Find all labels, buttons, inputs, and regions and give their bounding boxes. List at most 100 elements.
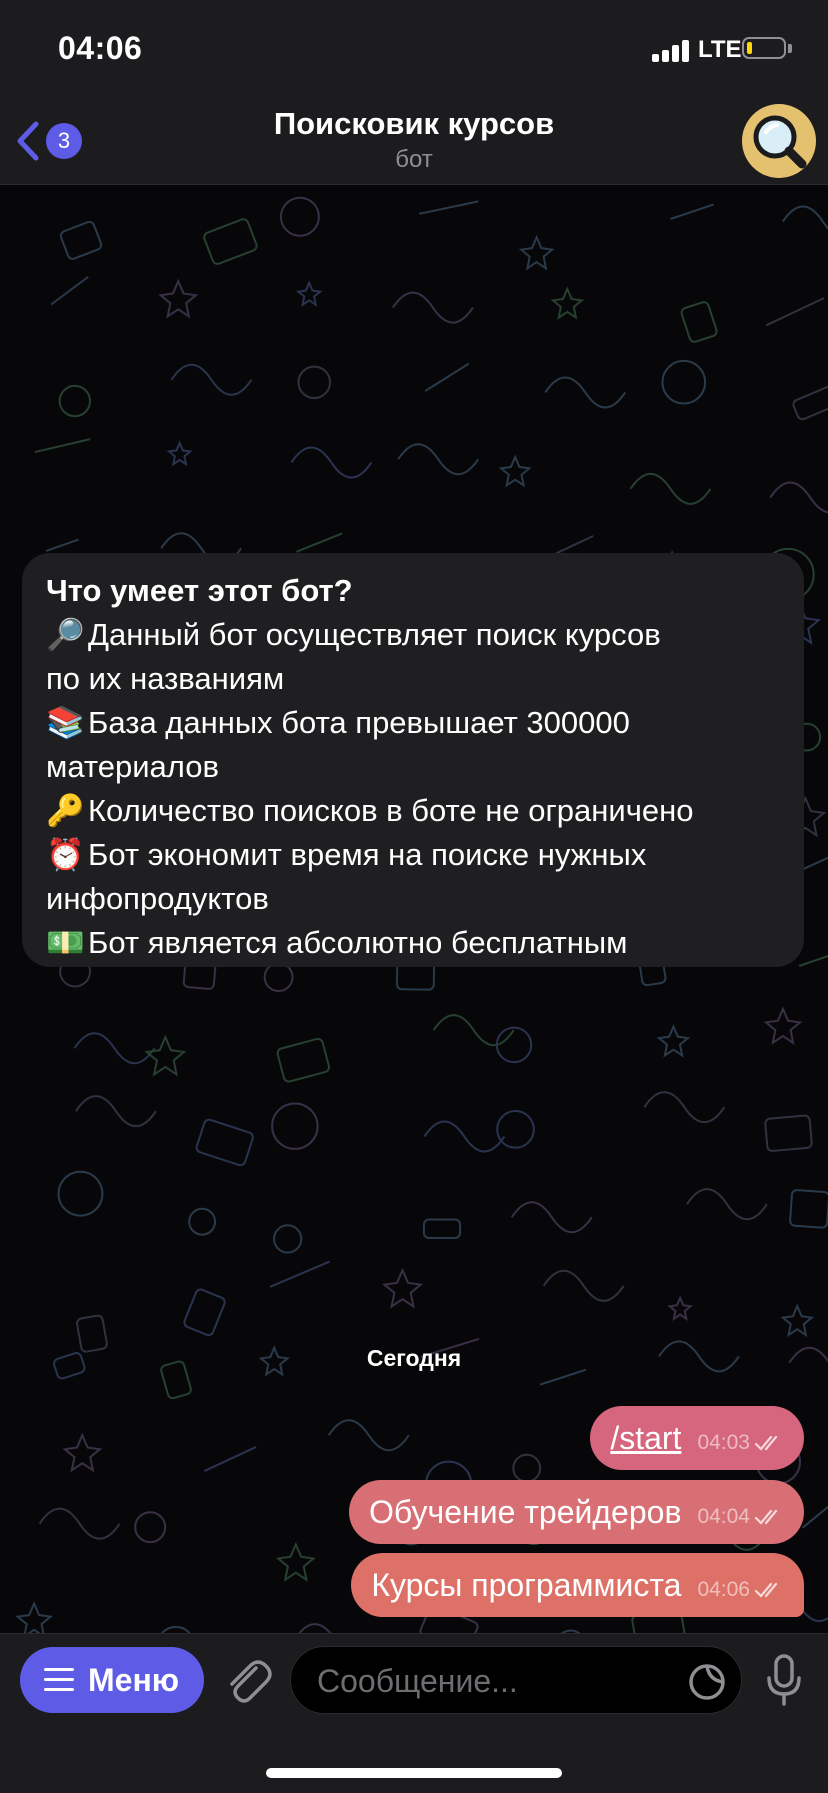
bot-info-card: Что умеет этот бот? 🔎 Данный бот осуществ… — [22, 553, 804, 967]
wallpaper-doodle — [271, 1102, 319, 1150]
money-icon: 💵 — [46, 925, 85, 960]
chat-subtitle: бот — [395, 146, 433, 173]
wallpaper-doodle — [15, 1600, 53, 1633]
wallpaper-doodle — [38, 1507, 121, 1540]
microphone-icon[interactable] — [764, 1652, 804, 1708]
message-time: 04:03 — [697, 1431, 750, 1454]
wallpaper-doodle — [144, 1034, 187, 1077]
paperclip-icon[interactable] — [222, 1652, 272, 1708]
info-line: ⏰ Бот экономит время на поиске нужных инф… — [46, 833, 780, 921]
wallpaper-doodle — [297, 365, 331, 400]
outgoing-message[interactable]: /start 04:03 — [590, 1406, 804, 1470]
wallpaper-doodle — [183, 1288, 226, 1337]
battery-icon — [742, 37, 786, 59]
wallpaper-doodle — [661, 359, 707, 405]
signal-icon — [652, 38, 696, 62]
wallpaper-doodle — [643, 1091, 726, 1124]
wallpaper-doodle — [498, 454, 532, 488]
message-time: 04:04 — [697, 1505, 750, 1528]
wallpaper-doodle — [75, 1095, 157, 1128]
wallpaper-doodle — [73, 1032, 156, 1065]
info-line-text: Бот экономит время на поиске нужных — [88, 837, 647, 872]
wallpaper-doodle — [195, 1118, 254, 1167]
wallpaper-doodle — [419, 200, 479, 215]
wallpaper-doodle — [62, 1432, 103, 1473]
wallpaper-doodle — [158, 278, 199, 319]
wallpaper-doodle — [422, 1218, 462, 1239]
wallpaper-doodle — [298, 1623, 332, 1633]
double-check-icon — [754, 1582, 778, 1598]
wallpaper-doodle — [667, 1295, 693, 1321]
wallpaper-doodle — [432, 1014, 515, 1047]
wallpaper-doodle — [769, 481, 828, 514]
info-line-text: База данных бота превышает 300000 — [88, 705, 630, 740]
wallpaper-doodle — [275, 1541, 316, 1582]
wallpaper-doodle — [802, 856, 828, 871]
menu-label: Меню — [88, 1662, 180, 1698]
message-input[interactable] — [315, 1647, 659, 1715]
info-line: 🔑 Количество поисков в боте не ограничено — [46, 789, 780, 833]
wallpaper-doodle — [550, 286, 585, 320]
message-time: 04:06 — [697, 1578, 750, 1601]
wallpaper-doodle — [263, 962, 294, 993]
chat-title[interactable]: Поисковик курсов — [0, 106, 828, 142]
hamburger-icon — [44, 1668, 74, 1692]
menu-button[interactable]: Меню — [20, 1647, 204, 1713]
info-card-title: Что умеет этот бот? — [46, 573, 353, 608]
battery-level — [747, 42, 752, 54]
wallpaper-doodle — [495, 1026, 533, 1064]
info-line: 💵 Бот является абсолютно бесплатным — [46, 921, 780, 965]
wallpaper-doodle — [50, 276, 89, 306]
message-input-bar: Меню — [0, 1633, 828, 1793]
wallpaper-doodle — [290, 446, 373, 479]
double-check-icon — [754, 1509, 778, 1525]
wallpaper-doodle — [203, 1446, 257, 1472]
double-check-icon — [754, 1435, 778, 1451]
wallpaper-doodle — [780, 1303, 815, 1338]
message-text: Курсы программиста — [371, 1566, 682, 1603]
wallpaper-doodle — [680, 301, 718, 343]
books-icon: 📚 — [46, 705, 85, 740]
date-separator: Сегодня — [366, 1345, 462, 1371]
wallpaper-doodle — [276, 1037, 331, 1083]
message-text[interactable]: /start — [610, 1420, 681, 1457]
wallpaper-doodle — [397, 443, 480, 476]
wallpaper-doodle — [59, 220, 103, 260]
wallpaper-doodle — [188, 1207, 217, 1236]
wallpaper-doodle — [686, 1188, 768, 1221]
wallpaper-doodle — [544, 376, 627, 409]
wallpaper-doodle — [34, 438, 91, 454]
chat-header: 3 Поисковик курсов бот — [0, 100, 828, 185]
sticker-icon[interactable] — [687, 1662, 727, 1702]
message-input-wrapper — [290, 1646, 742, 1715]
outgoing-message[interactable]: Обучение трейдеров 04:04 — [349, 1480, 804, 1544]
wallpaper-doodle — [765, 297, 825, 327]
wallpaper-doodle — [424, 362, 470, 392]
wallpaper-doodle — [764, 1114, 813, 1152]
network-type: LTE — [698, 36, 742, 63]
info-line-continuation: по их названиям — [46, 661, 285, 696]
chat-area[interactable]: Что умеет этот бот? 🔎 Данный бот осуществ… — [0, 185, 828, 1633]
info-line-text: Количество поисков в боте не ограничено — [88, 793, 694, 828]
wallpaper-doodle — [542, 1269, 625, 1302]
wallpaper-doodle — [512, 1453, 542, 1483]
wallpaper-doodle — [58, 384, 92, 418]
wallpaper-doodle — [295, 280, 323, 307]
home-indicator — [266, 1768, 562, 1778]
status-time: 04:06 — [58, 30, 143, 66]
wallpaper-doodle — [381, 1267, 424, 1309]
bot-avatar[interactable] — [742, 104, 816, 178]
wallpaper-doodle — [203, 218, 258, 265]
wallpaper-doodle — [518, 234, 555, 271]
outgoing-message[interactable]: Курсы программиста 04:06 — [351, 1553, 804, 1617]
magnifier-icon: 🔎 — [46, 617, 85, 652]
info-line-continuation: инфопродуктов — [46, 881, 269, 916]
wallpaper-doodle — [763, 1006, 803, 1046]
wallpaper-doodle — [295, 532, 343, 553]
alarm-clock-icon: ⏰ — [46, 837, 85, 872]
wallpaper-doodle — [669, 203, 715, 220]
info-line: 📚 База данных бота превышает 300000 матер… — [46, 701, 780, 789]
message-text: Обучение трейдеров — [369, 1493, 682, 1530]
info-line-text: Бот является абсолютно бесплатным — [88, 925, 628, 960]
wallpaper-doodle — [269, 1260, 331, 1288]
